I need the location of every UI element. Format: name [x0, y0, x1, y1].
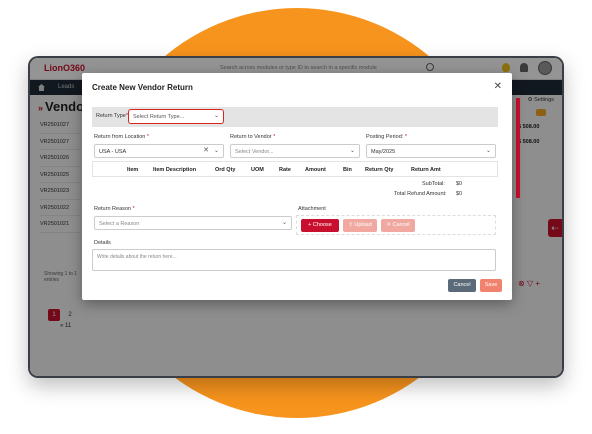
stage: LionO360 Search across modules or type I… — [0, 0, 592, 434]
return-type-label-text: Return Type — [96, 113, 126, 119]
posting-period-label: Posting Period: * — [366, 134, 407, 140]
return-type-label: Return Type*: — [96, 113, 130, 119]
details-placeholder: Write details about the return here... — [97, 254, 177, 260]
cancel-upload-button[interactable]: ✕ Cancel — [381, 219, 415, 232]
modal-title: Create New Vendor Return — [92, 83, 193, 92]
create-vendor-return-modal: Create New Vendor Return ✕ Return Type*:… — [82, 73, 512, 300]
posting-period-value: May/2025 — [371, 148, 396, 155]
return-type-placeholder: Select Return Type... — [133, 114, 185, 120]
return-from-label-text: Return from Location — [94, 134, 146, 140]
return-reason-placeholder: Select a Reason — [99, 220, 140, 227]
cancel-button[interactable]: Cancel — [448, 279, 476, 292]
chevron-down-icon: ⌄ — [213, 148, 219, 154]
return-reason-label: Return Reason * — [94, 206, 135, 212]
grid-header: Ord Qty — [215, 167, 236, 173]
total-refund-label: Total Refund Amount: — [394, 191, 447, 197]
cancel-chip-label: Cancel — [392, 222, 410, 228]
return-reason-label-text: Return Reason — [94, 206, 131, 212]
return-to-placeholder: Select Vendor... — [235, 148, 274, 155]
attachment-label: Attachment — [298, 206, 326, 212]
return-from-label: Return from Location * — [94, 134, 150, 140]
posting-period-select[interactable]: May/2025 ⌄ — [366, 144, 496, 158]
grid-header: Item Description — [153, 167, 197, 173]
chevron-down-icon: ⌄ — [349, 148, 355, 154]
subtotal-value: $0 — [456, 181, 463, 187]
grid-header: Return Qty — [365, 167, 394, 173]
chevron-down-icon: ⌄ — [281, 220, 287, 226]
chevron-down-icon: ⌄ — [213, 113, 219, 119]
return-type-select[interactable]: Select Return Type... ⌄ — [128, 109, 224, 124]
choose-button[interactable]: + Choose — [301, 219, 339, 232]
subtotal-label: SubTotal: — [422, 181, 445, 187]
grid-header: Item — [127, 167, 139, 173]
attachment-dropzone[interactable]: + Choose ⇪ Upload ✕ Cancel — [296, 215, 496, 235]
grid-header-row: Item Item Description Ord Qty UOM Rate A… — [92, 161, 498, 177]
grid-header: Amount — [305, 167, 326, 173]
close-icon[interactable]: ✕ — [494, 81, 502, 92]
grid-header: Bin — [343, 167, 352, 173]
posting-period-label-text: Posting Period: — [366, 134, 404, 140]
upload-label: Upload — [354, 222, 372, 228]
total-refund-value: $0 — [456, 191, 463, 197]
return-from-value: USA - USA — [99, 148, 127, 155]
chevron-down-icon: ⌄ — [485, 148, 491, 154]
grid-header: Rate — [279, 167, 291, 173]
scroll-indicator — [516, 98, 520, 198]
return-reason-select[interactable]: Select a Reason ⌄ — [94, 216, 292, 230]
choose-label: Choose — [312, 222, 332, 228]
return-to-vendor-select[interactable]: Select Vendor... ⌄ — [230, 144, 360, 158]
grid-header: UOM — [251, 167, 264, 173]
return-from-select[interactable]: USA - USA ✕ ⌄ — [94, 144, 224, 158]
upload-button[interactable]: ⇪ Upload — [343, 219, 377, 232]
details-label: Details — [94, 240, 111, 246]
grid-header: Return Amt — [411, 167, 441, 173]
details-textarea[interactable]: Write details about the return here... — [92, 249, 496, 271]
return-type-row: Return Type*: Select Return Type... ⌄ — [92, 107, 498, 127]
return-to-label-text: Return to Vendor — [230, 134, 272, 140]
return-items-grid: Item Item Description Ord Qty UOM Rate A… — [92, 161, 498, 197]
clear-icon[interactable]: ✕ — [203, 146, 209, 154]
save-button[interactable]: Save — [480, 279, 502, 292]
return-to-label: Return to Vendor * — [230, 134, 276, 140]
